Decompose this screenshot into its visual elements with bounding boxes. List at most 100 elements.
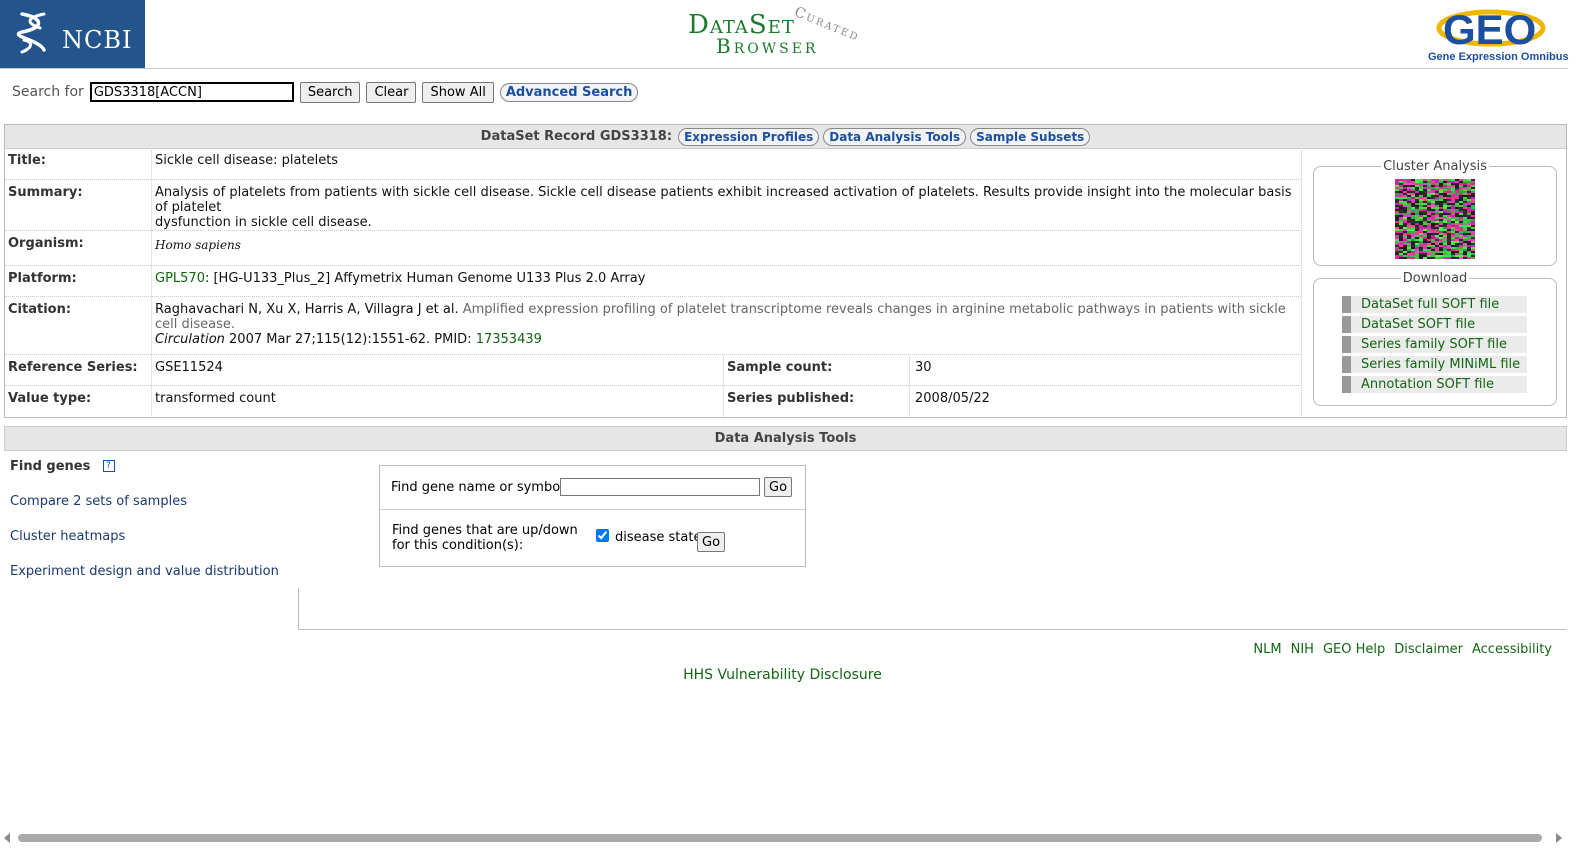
scroll-left-arrow-icon[interactable] (4, 833, 10, 843)
dataset-browser-logo[interactable]: DataSet Browser Curated (688, 4, 888, 60)
heatmap-cell (1411, 179, 1416, 182)
footer-link-nih[interactable]: NIH (1291, 642, 1314, 657)
heatmap-cell (1407, 237, 1412, 240)
find-gene-input[interactable] (560, 478, 760, 496)
compare-samples-link[interactable]: Compare 2 sets of samples (10, 494, 187, 509)
heatmap-cell (1399, 187, 1404, 190)
download-dataset-soft-link[interactable]: DataSet SOFT file (1361, 316, 1475, 333)
search-input[interactable] (89, 82, 294, 102)
heatmap-cell (1415, 209, 1420, 212)
heatmap-cell (1451, 249, 1456, 252)
heatmap-cell (1407, 235, 1412, 238)
heatmap-cell (1415, 189, 1420, 192)
clear-button[interactable]: Clear (366, 81, 417, 103)
heatmap-cell (1447, 227, 1452, 230)
heatmap-cell (1459, 219, 1464, 222)
cluster-analysis-box: Cluster Analysis (1313, 159, 1557, 266)
heatmap-cell (1451, 237, 1456, 240)
hhs-vulnerability-link[interactable]: HHS Vulnerability Disclosure (0, 667, 1565, 683)
tab-data-analysis-tools[interactable]: Data Analysis Tools (823, 127, 967, 146)
heatmap-cell (1423, 231, 1428, 234)
platform-row: Platform: GPL570: [HG-U133_Plus_2] Affym… (5, 265, 1301, 297)
heatmap-cell (1463, 211, 1468, 214)
heatmap-cell (1467, 205, 1472, 208)
tab-sample-subsets[interactable]: Sample Subsets (970, 127, 1091, 146)
download-annotation-soft-link[interactable]: Annotation SOFT file (1361, 376, 1494, 393)
heatmap-cell (1443, 241, 1448, 244)
heatmap-cell (1411, 219, 1416, 222)
scroll-right-arrow-icon[interactable] (1556, 833, 1562, 843)
heatmap-cell (1439, 213, 1444, 216)
advanced-search-button[interactable]: Advanced Search (499, 82, 639, 102)
show-all-button[interactable]: Show All (422, 81, 494, 103)
footer-link-geo-help[interactable]: GEO Help (1323, 642, 1385, 657)
heatmap-cell (1455, 233, 1460, 236)
download-series-family-miniml-link[interactable]: Series family MINiML file (1361, 356, 1520, 373)
heatmap-cell (1427, 233, 1432, 236)
find-gene-go-button[interactable]: Go (764, 477, 793, 497)
heatmap-cell (1463, 229, 1468, 232)
heatmap-cell (1439, 251, 1444, 254)
tab-expression-profiles[interactable]: Expression Profiles (678, 127, 820, 146)
download-series-family-soft-link[interactable]: Series family SOFT file (1361, 336, 1507, 353)
heatmap-cell (1427, 179, 1432, 182)
footer-link-nlm[interactable]: NLM (1253, 642, 1281, 657)
help-icon[interactable]: ? (102, 460, 115, 472)
ref-series-link[interactable]: GSE11524 (155, 360, 223, 375)
footer-link-accessibility[interactable]: Accessibility (1472, 642, 1552, 657)
heatmap-cell (1431, 183, 1436, 186)
heatmap-cell (1463, 225, 1468, 228)
search-button[interactable]: Search (299, 81, 361, 103)
heatmap-cell (1423, 207, 1428, 210)
disease-state-checkbox[interactable] (596, 529, 609, 542)
heatmap-cell (1463, 203, 1468, 206)
heatmap-cell (1431, 201, 1436, 204)
ncbi-logo[interactable]: NCBI (0, 0, 145, 68)
summary-label: Summary: (8, 185, 83, 200)
cluster-heatmap-thumbnail[interactable] (1395, 179, 1475, 259)
condition-go-button[interactable]: Go (697, 532, 726, 552)
heatmap-cell (1403, 181, 1408, 184)
heatmap-cell (1399, 247, 1404, 250)
heatmap-cell (1471, 255, 1475, 258)
heatmap-cell (1463, 251, 1468, 254)
footer-link-disclaimer[interactable]: Disclaimer (1394, 642, 1463, 657)
heatmap-cell (1423, 183, 1428, 186)
heatmap-cell (1415, 221, 1420, 224)
heatmap-cell (1411, 257, 1416, 259)
organism-link[interactable]: Homo sapiens (155, 238, 241, 253)
heatmap-cell (1423, 197, 1428, 200)
heatmap-cell (1407, 185, 1412, 188)
heatmap-cell (1399, 205, 1404, 208)
heatmap-cell (1431, 189, 1436, 192)
heatmap-cell (1471, 185, 1475, 188)
heatmap-cell (1403, 185, 1408, 188)
heatmap-cell (1403, 183, 1408, 186)
heatmap-cell (1411, 181, 1416, 184)
cluster-heatmaps-link[interactable]: Cluster heatmaps (10, 529, 125, 544)
heatmap-cell (1431, 219, 1436, 222)
pmid-link[interactable]: 17353439 (476, 332, 542, 347)
platform-link[interactable]: GPL570 (155, 271, 205, 286)
horizontal-scrollbar[interactable] (0, 830, 1568, 846)
download-item: DataSet full SOFT file (1342, 296, 1527, 313)
heatmap-cell (1423, 179, 1428, 182)
download-dataset-full-soft-link[interactable]: DataSet full SOFT file (1361, 296, 1499, 313)
heatmap-cell (1459, 225, 1464, 228)
heatmap-cell (1463, 221, 1468, 224)
heatmap-cell (1467, 255, 1472, 258)
heatmap-cell (1399, 211, 1404, 214)
heatmap-cell (1471, 191, 1475, 194)
heatmap-cell (1439, 241, 1444, 244)
heatmap-cell (1395, 213, 1400, 216)
experiment-design-link[interactable]: Experiment design and value distribution (10, 564, 279, 579)
scrollbar-thumb[interactable] (18, 834, 1542, 842)
heatmap-cell (1471, 213, 1475, 216)
heatmap-cell (1459, 181, 1464, 184)
heatmap-cell (1399, 245, 1404, 248)
heatmap-cell (1411, 199, 1416, 202)
heatmap-cell (1471, 249, 1475, 252)
heatmap-cell (1431, 181, 1436, 184)
heatmap-cell (1399, 235, 1404, 238)
heatmap-cell (1443, 187, 1448, 190)
